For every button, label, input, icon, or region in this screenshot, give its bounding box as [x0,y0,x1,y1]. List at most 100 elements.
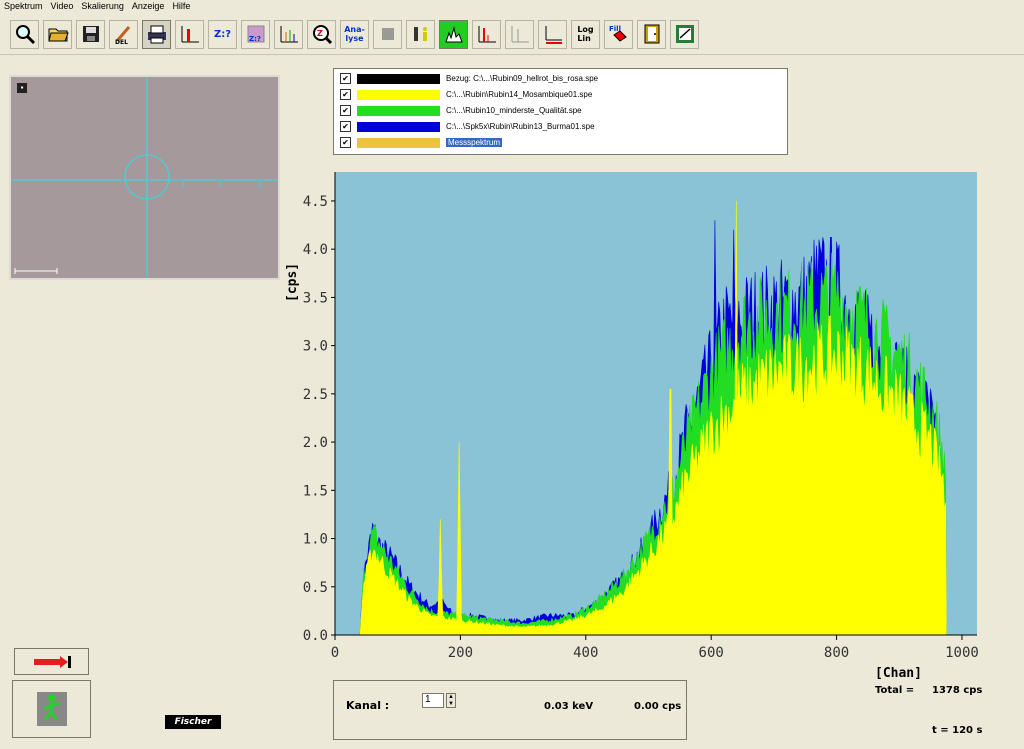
zoom-button[interactable] [10,19,39,49]
svg-text:DEL: DEL [115,39,128,45]
legend-checkbox[interactable]: ✔ [340,137,351,148]
spectrum-chart[interactable]: 0.0 0.5 1.0 1.5 2.0 2.5 3.0 3.5 4.0 4.5 0 200 400 600… [280,160,980,680]
menu-spektrum[interactable]: Spektrum [0,0,47,14]
scale-label-1: 1 [181,180,187,190]
delete-icon: DEL [115,26,130,45]
sign-button[interactable] [670,19,699,49]
exit-door-button[interactable] [637,19,666,49]
print-button[interactable] [142,19,171,49]
legend-swatch [357,73,440,84]
analyse-button[interactable]: Ana- lyse [340,19,369,49]
y-tick-label: 1.0 [303,532,328,548]
svg-text:Z: Z [317,29,323,38]
legend-checkbox[interactable]: ✔ [340,105,351,116]
z-query-label: Z:? [213,28,232,40]
legend-swatch [357,89,440,100]
peak-red-button[interactable] [175,19,204,49]
fill-bucket-icon: Fill [609,25,627,42]
fill-button[interactable]: Fill [604,19,633,49]
y-axis-label: [cps] [285,263,300,302]
y-tick-label: 4.0 [303,242,328,258]
save-button[interactable] [76,19,105,49]
total-label: Total = [875,685,915,696]
element-search-button[interactable]: Z [307,19,336,49]
open-button[interactable] [43,19,72,49]
menu-hilfe[interactable]: Hilfe [168,0,194,14]
x-tick-label: 200 [448,645,473,661]
y-tick-label: 1.5 [303,483,328,499]
spectrum-compare-icon [478,26,496,43]
signature-icon [675,25,694,43]
menu-skalierung[interactable]: Skalierung [77,0,128,14]
y-tick-label: 2.0 [303,435,328,451]
arrow-right-icon [33,655,71,668]
total-value: 1378 cps [932,685,983,696]
delete-button[interactable]: DEL [109,19,138,49]
menu-anzeige[interactable]: Anzeige [128,0,169,14]
svg-text:Z:?: Z:? [249,35,261,43]
menu-bar: Spektrum Video Skalierung Anzeige Hilfe [0,0,1024,14]
measurement-time: t = 120 s [932,725,983,736]
printer-icon [147,25,166,44]
legend-label: C:\...\Rubin\Rubin14_Mosambique01.spe [446,90,593,99]
legend-checkbox[interactable]: ✔ [340,73,351,84]
legend-row[interactable]: ✔ C:\...\Spk5x\Rubin\Rubin13_Burma01.spe [340,120,595,133]
x-tick-label: 800 [824,645,849,661]
legend-swatch [357,137,440,148]
z-grid-button[interactable]: Z:? [241,19,270,49]
stop-button[interactable] [373,19,402,49]
legend-row[interactable]: ✔ Messspektrum [340,136,503,149]
legend-label: Bezug: C:\...\Rubin09_hellrot_bis_rosa.s… [446,74,599,83]
running-man-icon [36,692,67,726]
spectrum-grey-button[interactable] [505,19,534,49]
channel-panel: Kanal : 1 ▲ ▼ 0.03 keV 0.00 cps [333,680,687,740]
video-preview[interactable]: ▪ 1 2 3 [9,75,280,280]
log-lin-button[interactable]: Log Lin [571,19,600,49]
legend-checkbox[interactable]: ✔ [340,89,351,100]
axis-range-button[interactable] [538,19,567,49]
spectrum-compare-button[interactable] [472,19,501,49]
info-tools-icon [413,27,427,41]
legend-row[interactable]: ✔ C:\...\Rubin\Rubin14_Mosambique01.spe [340,88,592,101]
scale-label-3: 3 [257,180,263,190]
y-tick-label: 3.5 [303,290,328,306]
axis-range-icon [545,26,562,44]
z-query-button[interactable]: Z:? [208,19,237,49]
legend-label: C:\...\Spk5x\Rubin\Rubin13_Burma01.spe [446,122,595,131]
y-tick-label: 4.5 [303,194,328,210]
y-tick-label: 0.5 [303,580,328,596]
floppy-icon [82,26,99,42]
spectrum-peak-icon [181,26,199,43]
door-icon [644,24,659,44]
crosshair-overlay [11,77,278,278]
info-button[interactable] [406,19,435,49]
legend-checkbox[interactable]: ✔ [340,121,351,132]
legend-label-selected: Messspektrum [446,138,503,147]
magnifier-icon [15,25,35,45]
log-lin-label: Log Lin [577,25,594,43]
legend-row[interactable]: ✔ C:\...\Rubin10_minderste_Qualität.spe [340,104,582,117]
spectrum-plot[interactable]: 0.0 0.5 1.0 1.5 2.0 2.5 3.0 3.5 4.0 4.5 0 200 400 600… [280,160,980,680]
kanal-label: Kanal : [346,699,390,712]
spectrum-view-button[interactable] [439,19,468,49]
x-tick-label: 400 [573,645,598,661]
y-tick-label: 2.5 [303,387,328,403]
x-tick-label: 600 [699,645,724,661]
exit-button[interactable] [14,648,89,675]
toolbar-separator [0,54,1024,55]
kanal-spinner[interactable]: ▲ ▼ [446,693,456,708]
folder-open-icon [47,28,69,42]
start-measurement-button[interactable] [12,680,91,738]
element-search-icon: Z [312,25,332,45]
toolbar: DEL Z:? Z:? Z Ana- lyse Log Lin Fill [0,15,1024,53]
legend-row[interactable]: ✔ Bezug: C:\...\Rubin09_hellrot_bis_rosa… [340,72,598,85]
x-axis-label: [Chan] [875,666,922,681]
multi-spectrum-button[interactable] [274,19,303,49]
menu-video[interactable]: Video [47,0,78,14]
analyse-label: Ana- lyse [344,25,365,43]
kanal-input[interactable]: 1 [422,693,444,708]
y-tick-label: 0.0 [303,628,328,644]
cps-readout: 0.00 cps [634,701,682,712]
energy-readout: 0.03 keV [544,701,594,712]
x-tick-label: 1000 [945,645,979,661]
